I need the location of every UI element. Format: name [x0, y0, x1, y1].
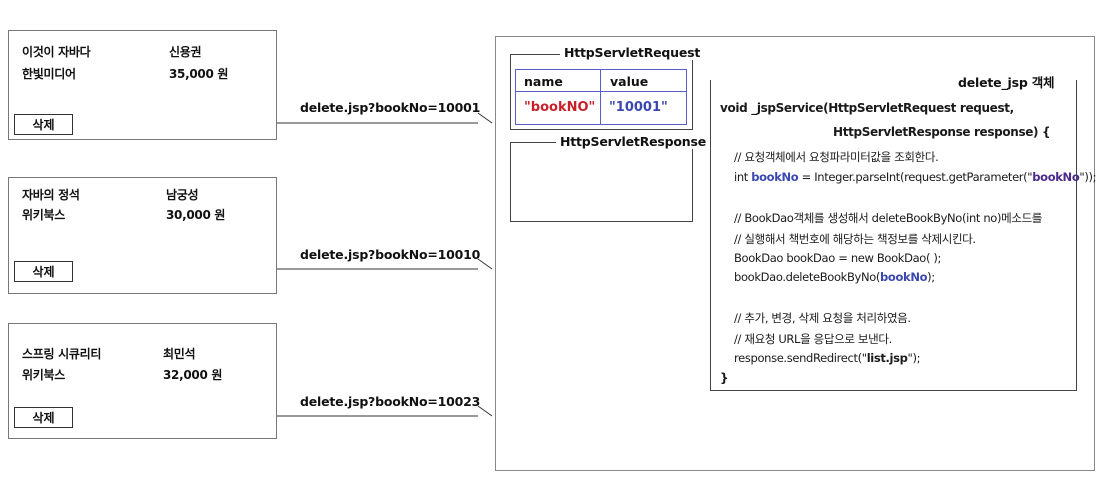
method-signature-line2: HttpServletResponse response) { [833, 125, 1051, 139]
jsp-object-title: delete_jsp 객체 [956, 72, 1057, 91]
delete-button[interactable]: 삭제 [14, 114, 73, 135]
book-price: 30,000 원 [166, 208, 226, 222]
book-publisher: 위키북스 [22, 368, 65, 382]
column-header-name: name [524, 74, 563, 89]
code-comment: // 요청객체에서 요청파라미터값을 조회한다. [734, 150, 939, 164]
code-variable: bookNo [751, 170, 799, 184]
code-line-delete-call: bookDao.deleteBookByNo(bookNo); [734, 270, 935, 284]
book-card: 스프링 시큐리티 최민석 위키북스 32,000 원 삭제 [8, 323, 277, 439]
code-comment: // BookDao객체를 생성해서 deleteBookByNo(int no… [734, 211, 1043, 225]
book-title: 스프링 시큐리티 [22, 347, 102, 361]
delete-button[interactable]: 삭제 [14, 261, 73, 282]
book-card: 이것이 자바다 신용권 한빛미디어 35,000 원 삭제 [8, 30, 277, 140]
delete-button[interactable]: 삭제 [14, 407, 73, 428]
code-line-redirect: response.sendRedirect("list.jsp"); [734, 351, 920, 365]
code-line-new-dao: BookDao bookDao = new BookDao( ); [734, 251, 942, 265]
column-header-value: value [610, 74, 649, 89]
request-url: delete.jsp?bookNo=10001 [300, 100, 481, 115]
code-comment: // 추가, 변경, 삭제 요청을 처리하였음. [734, 311, 911, 325]
table-header-divider [516, 91, 686, 92]
book-price: 35,000 원 [169, 67, 229, 81]
request-url: delete.jsp?bookNo=10023 [300, 394, 481, 409]
param-value-cell: "10001" [609, 100, 668, 115]
book-author: 최민석 [163, 347, 196, 361]
code-token: bookDao.deleteBookByNo( [734, 270, 881, 284]
code-comment: // 실행해서 책번호에 해당하는 책정보를 삭제시킨다. [734, 232, 976, 246]
code-token: ); [927, 270, 935, 284]
code-token: = Integer.parseInt(request.getParameter(… [798, 170, 1033, 184]
request-url: delete.jsp?bookNo=10010 [300, 247, 481, 262]
book-title: 자바의 정석 [22, 188, 80, 202]
code-token: "); [907, 351, 921, 365]
code-variable: bookNo [880, 270, 928, 284]
http-servlet-response-title: HttpServletResponse [556, 134, 710, 149]
book-title: 이것이 자바다 [22, 45, 91, 59]
code-comment: // 재요청 URL을 응답으로 보낸다. [734, 332, 892, 346]
http-servlet-response-box [510, 142, 693, 222]
code-line-get-parameter: int bookNo = Integer.parseInt(request.ge… [734, 170, 1096, 184]
request-parameter-table: name value "bookNO" "10001" [515, 69, 687, 125]
http-servlet-request-title: HttpServletRequest [560, 45, 705, 60]
book-author: 남궁성 [166, 188, 199, 202]
closing-brace: } [720, 371, 729, 385]
code-token: int [734, 170, 752, 184]
param-name-cell: "bookNO" [524, 100, 596, 115]
book-card: 자바의 정석 남궁성 위키북스 30,000 원 삭제 [8, 177, 277, 294]
book-price: 32,000 원 [163, 368, 223, 382]
book-publisher: 한빛미디어 [22, 67, 76, 81]
code-token: ")); [1079, 170, 1097, 184]
book-author: 신용권 [169, 45, 202, 59]
book-publisher: 위키북스 [22, 208, 65, 222]
method-signature-line1: void _jspService(HttpServletRequest requ… [720, 101, 1014, 115]
code-string: bookNo [1032, 170, 1080, 184]
code-string: list.jsp [866, 351, 908, 365]
code-token: response.sendRedirect(" [734, 351, 867, 365]
table-column-divider [600, 70, 601, 124]
